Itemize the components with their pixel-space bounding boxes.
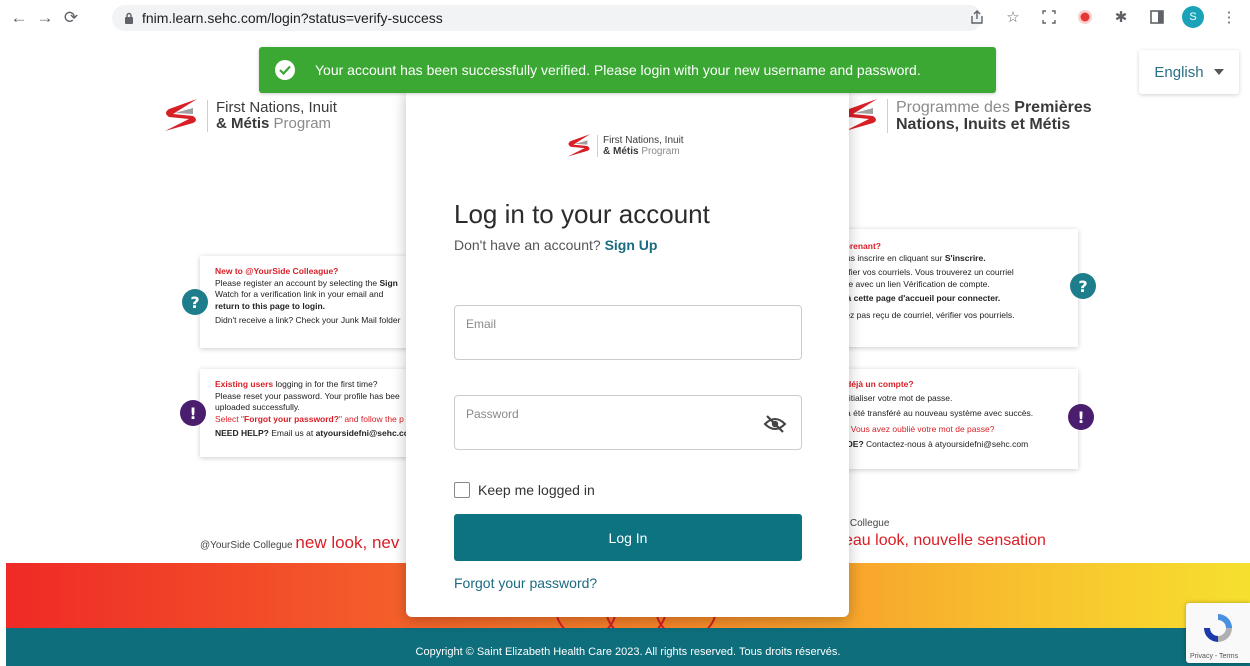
slogan-small: @YourSide Collegue [200, 540, 293, 551]
slogan-en: @YourSide Collegue new look, nev [200, 533, 399, 553]
card-line-bold: NEED HELP? [215, 428, 269, 438]
card-line: n'avez pas reçu de courriel, vérifier vo… [830, 309, 1015, 320]
card-heading: vez déjà un compte? [830, 379, 914, 389]
exclamation-icon: ! [1068, 404, 1094, 430]
card-line-bold: S'inscrire. [944, 252, 986, 263]
recaptcha-badge[interactable]: Privacy - Terms [1186, 603, 1250, 663]
question-icon: ? [182, 289, 208, 315]
program-logo-mark-icon [165, 99, 197, 131]
eye-slash-icon[interactable] [763, 414, 787, 434]
question-icon: ? [1070, 273, 1096, 299]
modal-program-logo: First Nations, Inuit & Métis Program [566, 132, 684, 160]
forward-icon[interactable]: → [32, 5, 58, 31]
password-input[interactable] [466, 424, 756, 442]
signup-link[interactable]: Sign Up [605, 237, 658, 253]
lock-icon [124, 12, 134, 24]
program-logo-fr: Programme des Premières Nations, Inuits … [843, 96, 1092, 136]
check-circle-icon [275, 60, 295, 80]
address-bar[interactable]: fnim.learn.sehc.com/login?status=verify-… [112, 5, 982, 31]
logo-en-line1: First Nations, Inuit [216, 99, 337, 116]
copyright-text: Copyright © Saint Elizabeth Health Care … [415, 646, 841, 658]
slogan-big: veau look, nouvelle sensation [836, 532, 1046, 549]
email-label: Email [466, 317, 497, 331]
page-title: Log in to your account [454, 199, 710, 229]
slogan-big: new look, nev [295, 533, 400, 552]
card-heading: l apprenant? [830, 241, 882, 251]
success-alert: Your account has been successfully verif… [259, 47, 996, 93]
card-line-red: nnez Vous avez oublié votre mot de passe… [830, 423, 995, 434]
card-line: venue avec un lien Vérification de compt… [830, 278, 990, 289]
extensions-icon[interactable]: ✱ [1110, 6, 1132, 28]
card-line-bold: Forgot your password? [244, 413, 339, 424]
reload-icon[interactable]: ⟳ [58, 5, 84, 31]
profile-avatar[interactable]: S [1182, 6, 1204, 28]
program-logo-en: First Nations, Inuit & Métis Program [163, 96, 337, 136]
signup-prompt: Don't have an account? Sign Up [454, 237, 657, 253]
card-line: Please register an account by selecting … [215, 277, 378, 288]
card-line-red: Select " [215, 413, 245, 424]
card-line-red: " and follow the p [338, 413, 404, 424]
side-panel-icon[interactable] [1146, 6, 1168, 28]
login-modal: First Nations, Inuit & Métis Program Log… [406, 89, 849, 617]
language-dropdown[interactable]: English [1139, 50, 1239, 94]
card-line: rofil a été transféré au nouveau système… [830, 408, 1034, 418]
forgot-password-link[interactable]: Forgot your password? [454, 575, 597, 591]
modal-logo-line1: First Nations, Inuit [603, 135, 684, 146]
keep-logged-in-checkbox[interactable] [454, 482, 470, 498]
password-field[interactable]: Password [454, 395, 802, 450]
card-line: Contactez-nous à atyoursidefni@sehc.com [866, 439, 1029, 449]
password-label: Password [466, 407, 519, 421]
browser-actions: ☆ ✱ S ⋮ [966, 6, 1240, 28]
logo-fr-line2: Nations, Inuits et Métis [896, 116, 1071, 133]
program-logo-mark-icon [567, 134, 591, 157]
alert-message: Your account has been successfully verif… [315, 62, 921, 78]
card-heading-rest: logging in for the first time? [275, 379, 378, 389]
share-icon[interactable] [966, 6, 988, 28]
logo-fr-line1-bold: Premières [1014, 99, 1092, 116]
email-field[interactable]: Email [454, 305, 802, 360]
browser-toolbar: ← → ⟳ fnim.learn.sehc.com/login?status=v… [0, 0, 1250, 36]
slogan-fr: de Collegue veau look, nouvelle sensatio… [836, 518, 1046, 552]
support-email: atyoursidefni@sehc.com [315, 428, 417, 438]
recaptcha-privacy-terms[interactable]: Privacy - Terms [1190, 653, 1238, 660]
modal-logo-line2-bold: & Métis [603, 146, 639, 157]
email-input[interactable] [466, 334, 756, 352]
recaptcha-icon [1204, 614, 1232, 642]
keep-logged-in[interactable]: Keep me logged in [454, 482, 595, 498]
record-icon[interactable] [1074, 6, 1096, 28]
keep-logged-in-label: Keep me logged in [478, 482, 595, 498]
caret-down-icon [1213, 69, 1224, 75]
page-content: First Nations, Inuit & Métis Program Pro… [0, 36, 1250, 666]
modal-logo-line2-soft: Program [641, 146, 680, 157]
card-line: , vérifier vos courriels. Vous trouverez… [830, 267, 1014, 277]
card-line-bold: Sign [379, 277, 398, 288]
page-footer: Copyright © Saint Elizabeth Health Care … [6, 628, 1250, 666]
exclamation-icon: ! [180, 400, 206, 426]
back-icon[interactable]: ← [6, 5, 32, 31]
url-text: fnim.learn.sehc.com/login?status=verify-… [142, 10, 443, 26]
language-selected: English [1154, 63, 1204, 81]
more-menu-icon[interactable]: ⋮ [1218, 6, 1240, 28]
card-line: Email us at [271, 428, 314, 438]
card-line-bold: nez à cette page d'accueil pour connecte… [830, 293, 1001, 303]
logo-en-line2-soft: Program [273, 115, 332, 132]
card-line: : réinitialiser votre mot de passe. [830, 392, 953, 403]
logo-fr-line1-soft: Programme des [896, 99, 1010, 116]
screenshot-icon[interactable] [1038, 6, 1060, 28]
login-button[interactable]: Log In [454, 514, 802, 561]
card-line-bold: return to this page to login. [215, 300, 326, 311]
bookmark-star-icon[interactable]: ☆ [1002, 6, 1024, 28]
signup-prompt-text: Don't have an account? [454, 237, 601, 253]
card-heading: Existing users [215, 379, 274, 389]
logo-en-line2-bold: & Métis [216, 115, 270, 132]
